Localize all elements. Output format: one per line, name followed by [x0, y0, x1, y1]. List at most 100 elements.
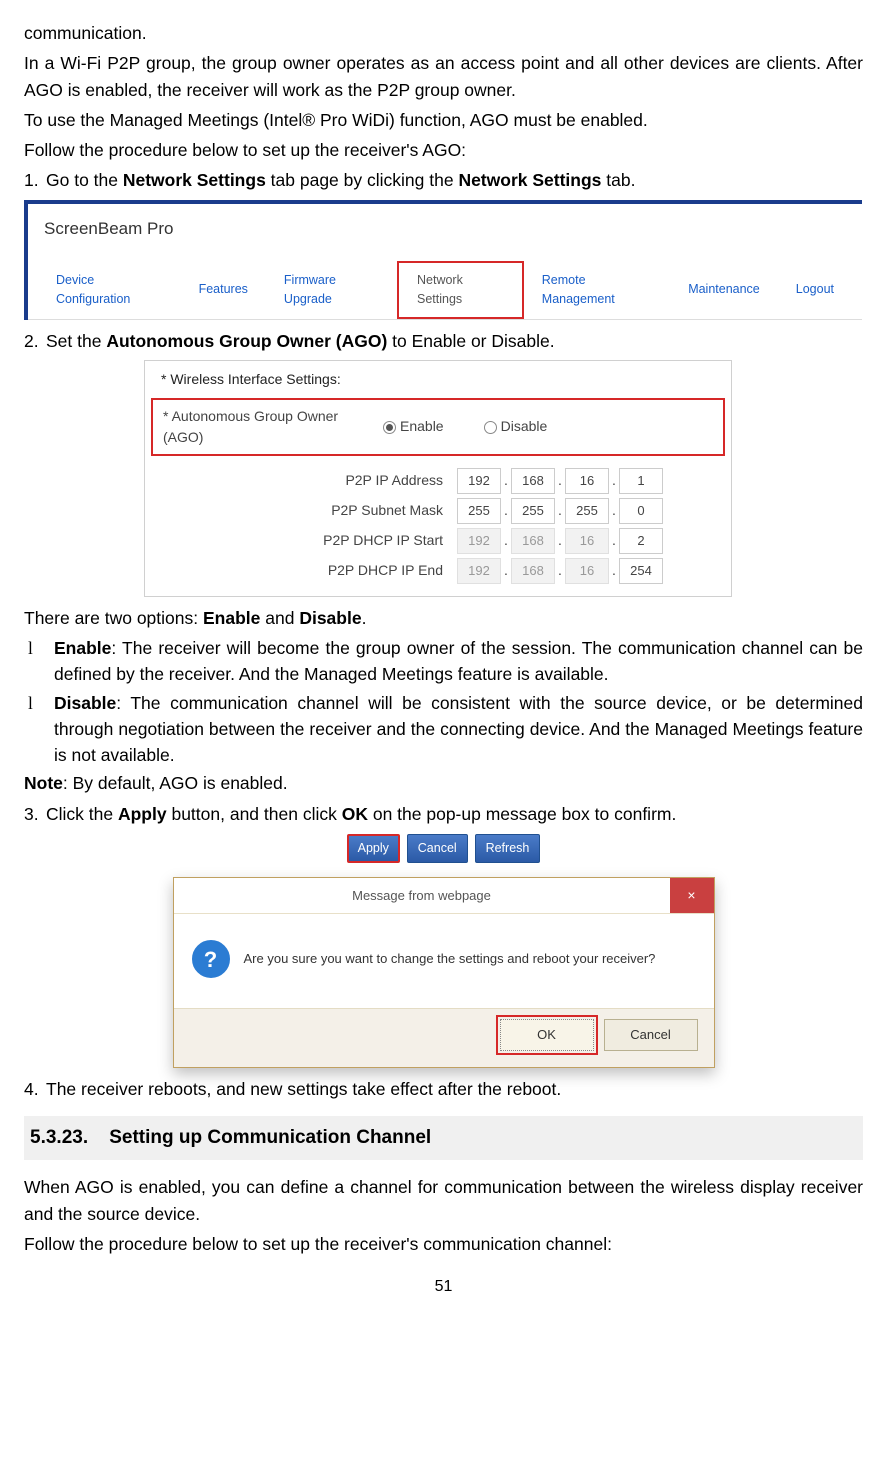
ip-b-2[interactable]: 255 — [565, 498, 609, 524]
step-3-bold-apply: Apply — [118, 804, 167, 824]
ago-label: * Autonomous Group Owner (AGO) — [153, 406, 383, 448]
close-icon[interactable]: × — [670, 878, 714, 914]
confirm-dialog: Message from webpage × ? Are you sure yo… — [173, 877, 715, 1068]
bullet-enable-label: Enable — [54, 638, 111, 658]
ip-d-1: 168 — [511, 558, 555, 584]
section-title: Setting up Communication Channel — [109, 1127, 431, 1148]
options-intro-enable: Enable — [203, 608, 260, 628]
outro-p1: When AGO is enabled, you can define a ch… — [24, 1174, 863, 1227]
dialog-buttons: OK Cancel — [174, 1008, 714, 1067]
step-1-mid: tab page by clicking the — [266, 170, 459, 190]
step-2-post: to Enable or Disable. — [387, 331, 554, 351]
ok-button[interactable]: OK — [500, 1019, 594, 1051]
tab-remote-management[interactable]: Remote Management — [524, 263, 670, 317]
options-intro-post: . — [362, 608, 367, 628]
step-1-pre: Go to the — [46, 170, 123, 190]
step-3-bold-ok: OK — [342, 804, 368, 824]
para-procedure: Follow the procedure below to set up the… — [24, 137, 863, 163]
section-number: 5.3.23. — [30, 1127, 88, 1148]
ip-b-0[interactable]: 255 — [457, 498, 501, 524]
label-p2p-subnet: P2P Subnet Mask — [145, 500, 455, 521]
ago-disable-label: Disable — [501, 418, 548, 434]
dialog-cancel-button[interactable]: Cancel — [604, 1019, 698, 1051]
cancel-button[interactable]: Cancel — [407, 834, 468, 863]
para-p2p-desc: In a Wi-Fi P2P group, the group owner op… — [24, 50, 863, 103]
step-3-mid: button, and then click — [167, 804, 342, 824]
bullet-disable: lDisable: The communication channel will… — [54, 690, 863, 769]
tab-firmware-upgrade[interactable]: Firmware Upgrade — [266, 263, 397, 317]
ip-d-0: 192 — [457, 558, 501, 584]
question-icon: ? — [192, 940, 230, 978]
ip-c-3[interactable]: 2 — [619, 528, 663, 554]
label-p2p-ip: P2P IP Address — [145, 470, 455, 491]
figure-tabs: ScreenBeam Pro Device Configuration Feat… — [24, 200, 862, 320]
ip-b-3[interactable]: 0 — [619, 498, 663, 524]
bullet-mark-1: l — [28, 635, 54, 661]
ip-c-2: 16 — [565, 528, 609, 554]
step-1-number: 1. — [24, 167, 46, 193]
figure-wireless-settings: * Wireless Interface Settings: * Autonom… — [144, 360, 732, 597]
bullet-enable: lEnable: The receiver will become the gr… — [54, 635, 863, 688]
ip-b-1[interactable]: 255 — [511, 498, 555, 524]
ago-disable-option[interactable]: Disable — [484, 416, 548, 437]
bullet-disable-text: : The communication channel will be cons… — [54, 693, 863, 766]
options-intro-disable: Disable — [299, 608, 361, 628]
step-1: 1.Go to the Network Settings tab page by… — [24, 167, 863, 193]
step-1-post: tab. — [601, 170, 635, 190]
bullet-mark-2: l — [28, 690, 54, 716]
ip-a-0[interactable]: 192 — [457, 468, 501, 494]
tab-device-configuration[interactable]: Device Configuration — [38, 263, 181, 317]
wireless-settings-header: * Wireless Interface Settings: — [161, 369, 731, 390]
ip-d-3[interactable]: 254 — [619, 558, 663, 584]
step-4-number: 4. — [24, 1076, 46, 1102]
tab-features[interactable]: Features — [181, 272, 266, 307]
tabs-row: Device Configuration Features Firmware U… — [28, 261, 862, 320]
ip-d-2: 16 — [565, 558, 609, 584]
refresh-button[interactable]: Refresh — [475, 834, 541, 863]
step-3-pre: Click the — [46, 804, 118, 824]
ip-c-1: 168 — [511, 528, 555, 554]
apply-button[interactable]: Apply — [347, 834, 400, 863]
dialog-title: Message from webpage — [174, 878, 670, 914]
outro-p2: Follow the procedure below to set up the… — [24, 1231, 863, 1257]
step-2: 2.Set the Autonomous Group Owner (AGO) t… — [24, 328, 863, 354]
para-managed-meetings: To use the Managed Meetings (Intel® Pro … — [24, 107, 863, 133]
step-3: 3.Click the Apply button, and then click… — [24, 801, 863, 827]
note-text: : By default, AGO is enabled. — [63, 773, 288, 793]
options-intro-pre: There are two options: — [24, 608, 203, 628]
step-1-bold-2: Network Settings — [458, 170, 601, 190]
step-1-bold-1: Network Settings — [123, 170, 266, 190]
dialog-message: Are you sure you want to change the sett… — [244, 949, 656, 969]
ip-a-3[interactable]: 1 — [619, 468, 663, 494]
options-intro-mid: and — [260, 608, 299, 628]
tab-network-settings[interactable]: Network Settings — [397, 261, 524, 319]
row-p2p-subnet: P2P Subnet Mask 255. 255. 255. 0 — [145, 498, 731, 524]
ago-row: * Autonomous Group Owner (AGO) Enable Di… — [151, 398, 725, 456]
ip-a-1[interactable]: 168 — [511, 468, 555, 494]
step-2-bold: Autonomous Group Owner (AGO) — [106, 331, 387, 351]
button-bar: Apply Cancel Refresh — [346, 833, 542, 863]
tab-logout[interactable]: Logout — [778, 272, 852, 307]
brand-title: ScreenBeam Pro — [44, 216, 862, 242]
note-line: Note: By default, AGO is enabled. — [24, 770, 863, 796]
label-p2p-dhcp-end: P2P DHCP IP End — [145, 560, 455, 581]
step-4-text: The receiver reboots, and new settings t… — [46, 1079, 561, 1099]
figure-apply-dialog: Apply Cancel Refresh Message from webpag… — [24, 833, 863, 1068]
step-3-post: on the pop-up message box to confirm. — [368, 804, 676, 824]
ago-enable-option[interactable]: Enable — [383, 416, 444, 437]
para-communication: communication. — [24, 20, 863, 46]
row-p2p-dhcp-end: P2P DHCP IP End 192. 168. 16. 254 — [145, 558, 731, 584]
tab-maintenance[interactable]: Maintenance — [670, 272, 778, 307]
radio-enable-icon — [383, 421, 396, 434]
note-label: Note — [24, 773, 63, 793]
dialog-body: ? Are you sure you want to change the se… — [174, 914, 714, 1008]
ip-c-0: 192 — [457, 528, 501, 554]
row-p2p-dhcp-start: P2P DHCP IP Start 192. 168. 16. 2 — [145, 528, 731, 554]
ip-a-2[interactable]: 16 — [565, 468, 609, 494]
bullet-disable-label: Disable — [54, 693, 116, 713]
options-intro: There are two options: Enable and Disabl… — [24, 605, 863, 631]
section-heading: 5.3.23. Setting up Communication Channel — [24, 1116, 863, 1161]
step-4: 4.The receiver reboots, and new settings… — [24, 1076, 863, 1102]
step-2-number: 2. — [24, 328, 46, 354]
page-number: 51 — [24, 1275, 863, 1299]
